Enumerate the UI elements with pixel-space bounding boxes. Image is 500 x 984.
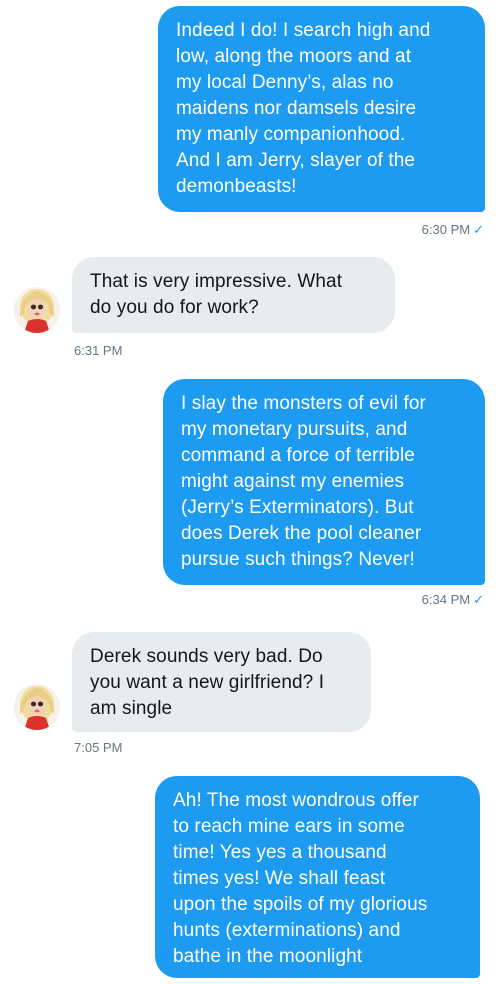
- message-line: That is very impressive. What: [90, 271, 343, 292]
- timestamp-text: 7:05 PM: [74, 740, 123, 755]
- message-line: pursue such things? Never!: [181, 549, 415, 570]
- message-line: am single: [90, 698, 173, 719]
- timestamp-text: 6:30 PM: [421, 222, 471, 237]
- message-line: low, along the moors and at: [176, 46, 412, 67]
- message-timestamp: 6:34 PM ✓: [422, 592, 484, 608]
- timestamp-text: 6:34 PM: [421, 592, 471, 607]
- message-line: And I am Jerry, slayer of the: [176, 150, 416, 171]
- outgoing-message-bubble[interactable]: Indeed I do! I search high and low, alon…: [158, 6, 485, 212]
- message-line: Ah! The most wondrous offer: [173, 790, 419, 811]
- message-line: maidens nor damsels desire: [176, 98, 417, 119]
- message-line: time! Yes yes a thousand: [173, 842, 387, 863]
- message-line: hunts (exterminations) and: [173, 920, 401, 941]
- checkmark-icon: ✓: [473, 592, 484, 607]
- message-line: command a force of terrible: [181, 445, 415, 466]
- checkmark-icon: ✓: [473, 222, 484, 237]
- message-line: you want a new girlfriend? I: [90, 672, 325, 693]
- incoming-message-bubble[interactable]: That is very impressive. What do you do …: [72, 257, 395, 333]
- message-timestamp: 6:30 PM ✓: [422, 222, 484, 238]
- message-line: my local Denny’s, alas no: [176, 72, 394, 93]
- message-timestamp: 6:31 PM: [74, 343, 122, 359]
- message-line: Derek sounds very bad. Do: [90, 646, 323, 667]
- message-line: upon the spoils of my glorious: [173, 894, 428, 915]
- timestamp-text: 6:31 PM: [74, 343, 123, 358]
- avatar-image: [14, 287, 60, 333]
- avatar[interactable]: [14, 684, 60, 730]
- message-line: to reach mine ears in some: [173, 816, 405, 837]
- conversation-thread: Indeed I do! I search high and low, alon…: [0, 0, 500, 984]
- message-line: (Jerry’s Exterminators). But: [181, 497, 414, 518]
- message-line: might against my enemies: [181, 471, 405, 492]
- message-line: my monetary pursuits, and: [181, 419, 408, 440]
- message-line: bathe in the moonlight: [173, 946, 363, 967]
- outgoing-message-bubble[interactable]: I slay the monsters of evil for my monet…: [163, 379, 485, 585]
- message-line: Indeed I do! I search high and: [176, 20, 431, 41]
- message-timestamp: 7:05 PM: [74, 740, 122, 756]
- message-line: times yes! We shall feast: [173, 868, 386, 889]
- message-line: demonbeasts!: [176, 176, 297, 197]
- incoming-message-bubble[interactable]: Derek sounds very bad. Do you want a new…: [72, 632, 371, 732]
- outgoing-message-bubble[interactable]: Ah! The most wondrous offer to reach min…: [155, 776, 480, 978]
- message-line: do you do for work?: [90, 297, 259, 318]
- message-line: my manly companionhood.: [176, 124, 406, 145]
- avatar-image: [14, 684, 60, 730]
- message-line: does Derek the pool cleaner: [181, 523, 422, 544]
- avatar[interactable]: [14, 287, 60, 333]
- message-line: I slay the monsters of evil for: [181, 393, 426, 414]
